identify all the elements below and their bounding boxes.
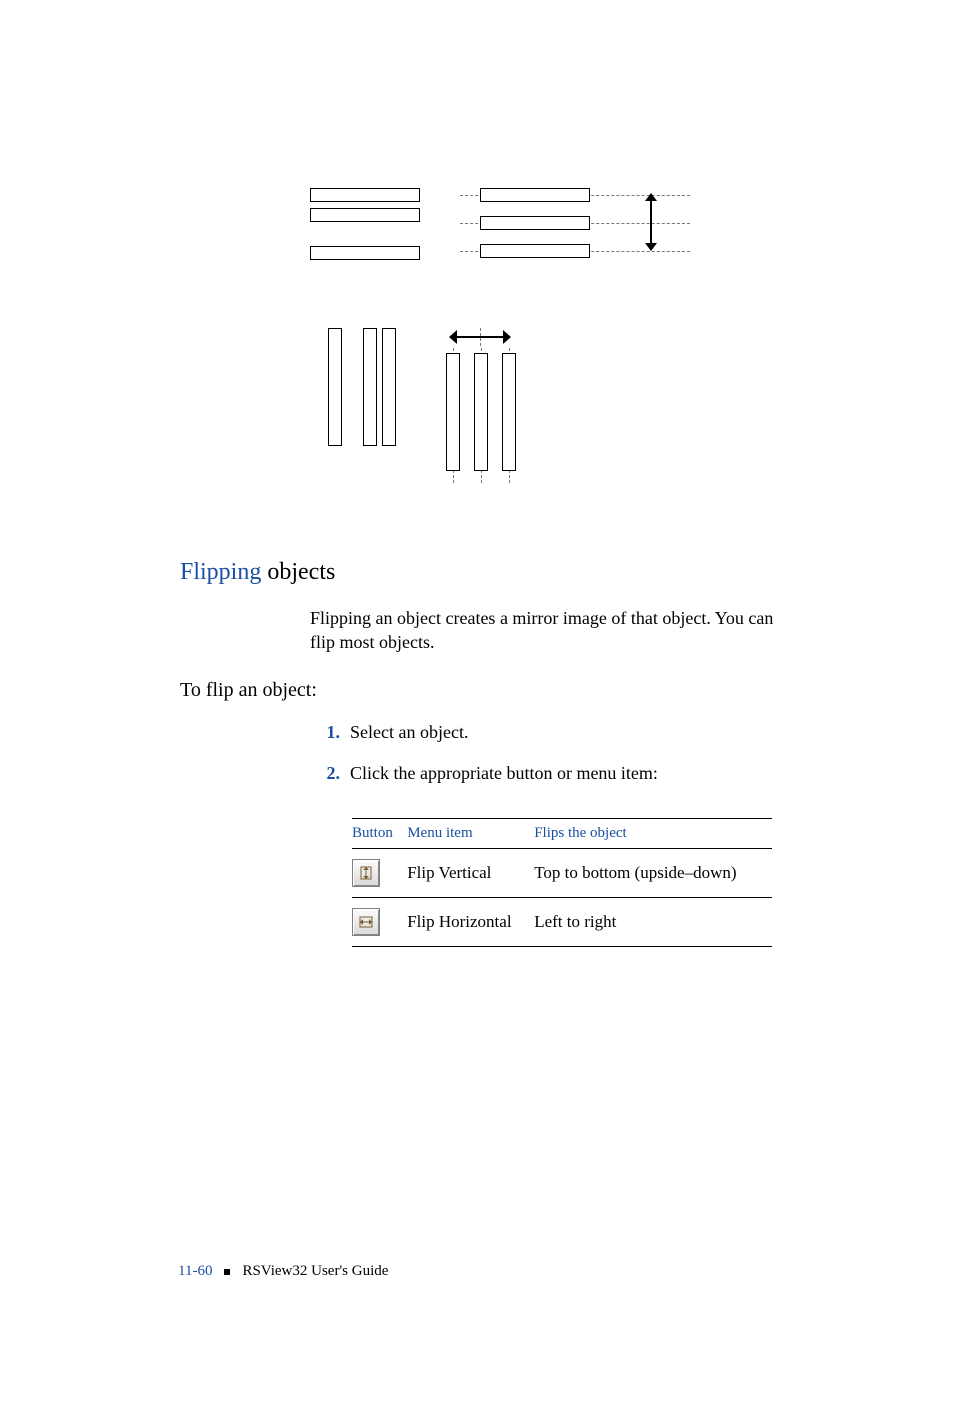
- vertical-spacing-diagram: [310, 188, 844, 268]
- menu-item-label: Flip Vertical: [407, 848, 534, 897]
- steps-title: To flip an object:: [180, 679, 844, 702]
- table-row: Flip Horizontal Left to right: [352, 897, 772, 946]
- section-intro: Flipping an object creates a mirror imag…: [310, 606, 790, 655]
- horizontal-spacing-diagram: [328, 328, 844, 483]
- page-number: 11-60: [178, 1263, 212, 1280]
- double-arrow-horizontal-icon: [449, 330, 511, 344]
- horizontal-spacing-after: [446, 328, 566, 483]
- bullet-icon: [224, 1269, 230, 1275]
- step-text: Select an object.: [350, 722, 468, 743]
- table-header-row: Button Menu item Flips the object: [352, 818, 772, 848]
- step-text: Click the appropriate button or menu ite…: [350, 763, 658, 784]
- heading-accent: Flipping: [180, 559, 261, 585]
- step-number: 2.: [310, 763, 340, 784]
- heading-rest: objects: [261, 559, 335, 585]
- spacing-diagrams: [310, 188, 844, 483]
- flip-description: Left to right: [534, 897, 772, 946]
- step-number: 1.: [310, 722, 340, 743]
- flip-horizontal-button[interactable]: [352, 908, 380, 936]
- double-arrow-vertical-icon: [645, 193, 657, 251]
- flip-horizontal-icon: [358, 914, 374, 930]
- flip-options-table: Button Menu item Flips the object: [352, 818, 772, 947]
- menu-item-label: Flip Horizontal: [407, 897, 534, 946]
- flip-vertical-icon: [358, 865, 374, 881]
- flip-vertical-button[interactable]: [352, 859, 380, 887]
- page-content: Flipping objects Flipping an object crea…: [0, 188, 954, 947]
- vertical-spacing-before: [310, 188, 420, 260]
- table-row: Flip Vertical Top to bottom (upside–down…: [352, 848, 772, 897]
- col-desc: Flips the object: [534, 818, 772, 848]
- step-2: 2. Click the appropriate button or menu …: [310, 763, 844, 784]
- flip-description: Top to bottom (upside–down): [534, 848, 772, 897]
- footer-title: RSView32 User's Guide: [242, 1263, 388, 1280]
- step-1: 1. Select an object.: [310, 722, 844, 743]
- col-menu: Menu item: [407, 818, 534, 848]
- section-heading: Flipping objects: [180, 559, 844, 586]
- horizontal-spacing-before: [328, 328, 396, 446]
- page-footer: 11-60 RSView32 User's Guide: [178, 1263, 388, 1280]
- col-button: Button: [352, 818, 407, 848]
- vertical-spacing-after: [460, 188, 690, 268]
